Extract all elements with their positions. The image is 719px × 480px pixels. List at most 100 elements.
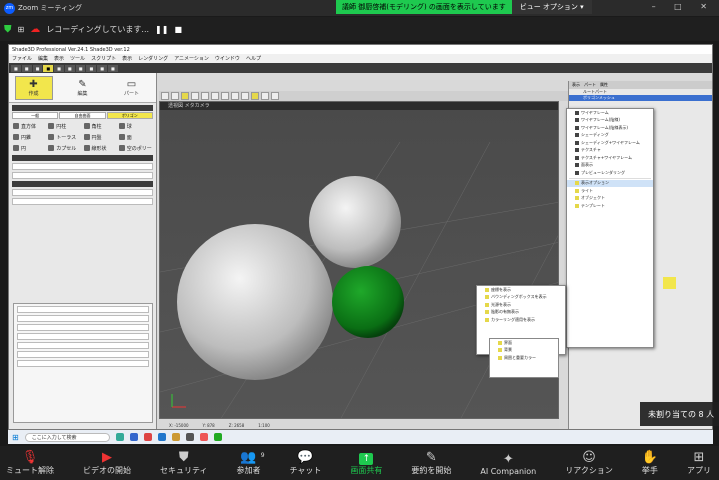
view-btn[interactable] [221,92,229,100]
share-screen-button[interactable]: ↑ 画面共有 [350,453,382,476]
security-shield-icon[interactable]: ⛊ [4,24,12,35]
app-icon[interactable] [185,433,194,441]
view-btn-active[interactable] [181,92,189,100]
shape-tool-button[interactable]: 球 [118,121,152,131]
view-btn[interactable] [261,92,269,100]
menu-item[interactable]: 編集 [38,55,48,62]
app-icon[interactable] [213,433,222,441]
app-icon[interactable] [157,433,166,441]
shape-tool-button[interactable]: トーラス [48,132,81,142]
submenu-item[interactable]: 光源を表示 [477,301,565,309]
toolbar-btn[interactable]: ■ [64,64,75,72]
stop-recording-icon[interactable]: ■ [174,25,182,34]
view-btn-active[interactable] [251,92,259,100]
shape-tool-button[interactable]: 円 [13,143,46,153]
toolbar-btn[interactable]: ■ [75,64,86,72]
yellow-tab-button[interactable] [663,277,676,289]
shape-tool-button[interactable]: 線形状 [83,143,117,153]
raise-hand-button[interactable]: ✋ 挙手 [642,451,658,476]
context-menu-item[interactable]: ワイヤフレーム(陰線表示) [567,124,653,132]
context-menu-item[interactable]: 面表示 [567,162,653,170]
context-menu-item[interactable]: シェーディング [567,132,653,140]
window-controls[interactable]: – □ ✕ [652,2,715,11]
submenu-item[interactable]: 界面 [490,339,558,347]
context-menu-item[interactable]: テクスチャ+ワイヤフレーム [567,154,653,162]
toolbar-btn[interactable]: ■ [54,64,64,72]
toolbar-btn[interactable]: ■ [97,64,108,72]
pause-recording-icon[interactable]: ❚❚ [155,25,168,34]
shape-tool-button[interactable]: 円錐 [13,132,46,142]
ai-companion-button[interactable]: ✦ AI Companion [480,453,536,477]
view-btn[interactable] [231,92,239,100]
shape-tool-button[interactable]: 空のポリー [118,143,152,153]
reaction-button[interactable]: ☺ リアクション [565,451,613,476]
submenu-item[interactable]: 背景 [490,347,558,355]
mode-create-button[interactable]: ✚ 作成 [14,75,53,100]
menu-item[interactable]: ツール [70,55,85,62]
green-sphere[interactable] [332,266,404,338]
browser-tabs[interactable]: 表示 パート 属性 [569,81,712,89]
app-icon[interactable] [129,433,138,441]
submenu-item[interactable]: カラーリング適用を表示 [477,316,565,324]
context-menu-item[interactable]: テンプレート [567,202,653,210]
mode-edit-button[interactable]: ✎ 編集 [64,76,102,100]
shape-tool-button[interactable]: 円盤 [83,132,117,142]
context-menu-item[interactable]: ライト [567,187,653,195]
view-btn[interactable] [201,92,209,100]
apps-button[interactable]: ⊞ アプリ [687,451,711,476]
windows-start-icon[interactable]: ⊞ [12,433,19,442]
menu-item[interactable]: ヘルプ [246,55,261,62]
small-sphere[interactable] [309,176,401,268]
app-icon[interactable] [171,433,180,441]
participants-button[interactable]: 👥 9 参加者 [236,451,264,476]
menu-item[interactable]: 表示 [122,55,132,62]
context-menu-item[interactable]: 表示オプション [567,179,653,187]
menu-item[interactable]: ウインドウ [215,55,240,62]
shape-tab[interactable]: ポリゴン [106,112,153,119]
menu-item[interactable]: レンダリング [138,55,168,62]
toolbar-btn[interactable]: ■ [108,64,118,72]
toolbar-btn[interactable]: ■ [86,64,97,72]
shape-tool-button[interactable]: 面 [118,132,152,142]
taskbar-search[interactable]: ここに入力して検索 [24,432,110,442]
app-icon[interactable] [199,433,208,441]
context-menu-item[interactable]: シェーディング+ワイヤフレーム [567,139,653,147]
large-sphere[interactable] [177,224,333,380]
mic-muted-button[interactable]: 🎙 ミュート解除 [6,451,54,476]
toolbar-btn[interactable]: ■ [11,64,21,72]
menu-item[interactable]: スクリプト [91,55,116,62]
app-icon[interactable] [115,433,124,441]
submenu-item[interactable]: バウンディングボックスを表示 [477,294,565,302]
view-btn[interactable] [271,92,279,100]
context-menu-item[interactable]: ワイヤフレーム(陰線) [567,117,653,125]
view-btn[interactable] [161,92,169,100]
context-menu-item[interactable]: テクスチャ [567,147,653,155]
shape-tab[interactable]: 一般 [12,112,59,119]
view-options-button[interactable]: ビュー オプション ▾ [511,0,592,14]
mode-part-button[interactable]: ▭ パート [113,76,151,100]
grid-view-icon[interactable]: ⊞ [18,25,25,34]
chat-button[interactable]: 💬 チャット [289,451,321,476]
shape-tool-button[interactable]: 円柱 [48,121,81,131]
toolbar-btn[interactable]: ■ [32,64,43,72]
menu-item[interactable]: ファイル [12,55,32,62]
menu-item[interactable]: アニメーション [174,55,209,62]
app-icon[interactable] [143,433,152,441]
shape-tool-button[interactable]: カプセル [48,143,81,153]
context-menu-item[interactable]: プレビューレンダリング [567,169,653,177]
video-off-button[interactable]: ▶ ビデオの開始 [83,451,131,476]
shape-tool-button[interactable]: 角柱 [83,121,117,131]
view-btn[interactable] [171,92,179,100]
view-btn[interactable] [241,92,249,100]
view-btn[interactable] [211,92,219,100]
shield-button[interactable]: ⛊ セキュリティ [160,451,208,476]
toolbar-btn-active[interactable]: ■ [43,64,54,72]
shape-tool-button[interactable]: 直方体 [13,121,46,131]
menu-item[interactable]: 表示 [54,55,64,62]
shape-tab[interactable]: 自由曲面 [59,112,106,119]
submenu-item[interactable]: 周囲と重要カラー [490,354,558,362]
submenu-item[interactable]: 座標を表示 [477,286,565,294]
tree-row[interactable] [569,101,712,107]
context-menu-item[interactable]: ワイヤフレーム [567,109,653,117]
summary-button[interactable]: ✎ 要約を開始 [411,451,451,476]
